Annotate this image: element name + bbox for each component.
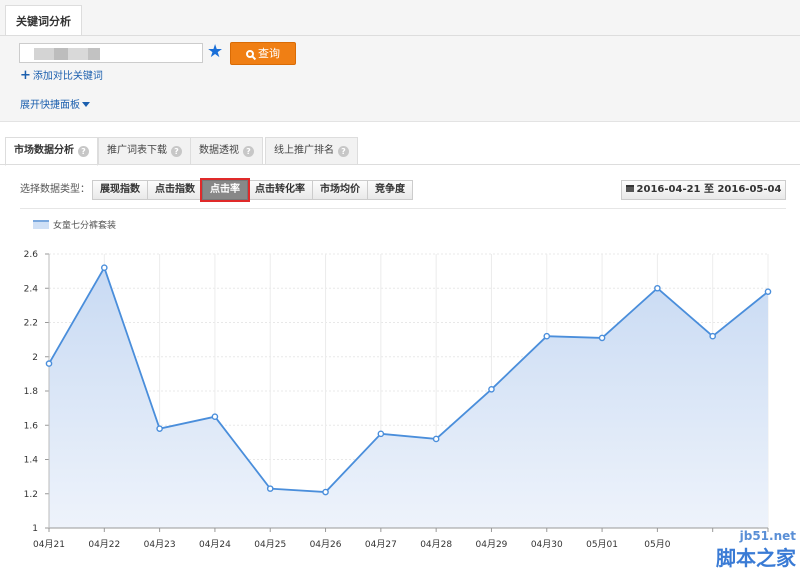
data-point [45,360,53,367]
tab-label: 推广词表下载 [107,145,167,156]
data-point [211,413,219,420]
blurred-keyword [54,48,68,60]
date-range-picker[interactable]: 2016-04-21 至 2016-05-04 [621,180,786,200]
y-tick-label: 2 [32,353,38,363]
help-icon[interactable]: ? [338,146,349,157]
chart-legend[interactable]: 女童七分裤套装 [33,216,116,232]
add-compare-keyword-link[interactable]: + 添加对比关键词 [20,69,103,84]
favorite-star-icon[interactable]: ★ [207,42,223,62]
legend-swatch [33,219,49,229]
chart-svg: 1 1.2 1.4 1.6 1.8 2 2.2 2.4 2.6 04月21 04月22 04月23 04… [24,250,772,550]
x-tick-label: 04月28 [420,539,452,550]
x-tick-label: 04月23 [144,539,176,550]
date-range-label: 2016-04-21 至 2016-05-04 [636,184,782,195]
x-tick-label: 05月0 [644,539,670,550]
query-button[interactable]: 查询 [230,42,296,65]
x-tick-label: 04月27 [365,539,397,550]
tab-label: 市场数据分析 [14,145,74,156]
keyword-analysis-panel: 关键词分析 ★ 查询 + 添加对比关键词 展开快捷面板 [0,0,800,122]
keyword-input[interactable] [19,43,203,63]
tab-market-data[interactable]: 市场数据分析? [5,137,98,166]
query-button-label: 查询 [258,47,280,60]
series-area [49,267,768,528]
data-point [709,332,716,340]
tab-label: 数据透视 [199,145,239,156]
blurred-keyword [88,48,100,60]
y-tick-label: 2.2 [24,319,38,329]
x-tick-label: 04月26 [310,539,342,550]
x-tick-label: 04月30 [531,539,563,550]
data-type-impression-index[interactable]: 展现指数 [92,180,148,200]
y-tick-label: 1.8 [24,387,39,397]
x-tick-label: 05月01 [586,539,618,550]
data-point [654,284,661,292]
data-type-market-avg-price[interactable]: 市场均价 [312,180,368,200]
data-type-conversion-rate[interactable]: 点击转化率 [247,180,313,200]
help-icon[interactable]: ? [243,146,254,157]
data-point [101,264,108,272]
expand-quick-panel-link[interactable]: 展开快捷面板 [20,99,90,113]
y-tick-label: 1 [32,524,38,534]
legend-series-name: 女童七分裤套装 [53,220,117,231]
watermark-url: jb51.net [739,529,796,543]
data-point [598,334,606,342]
help-icon[interactable]: ? [171,146,182,157]
data-point [266,485,274,492]
ctr-area-chart: 1 1.2 1.4 1.6 1.8 2 2.2 2.4 2.6 04月21 04月22 04月23 04… [0,240,800,571]
tab-data-pivot[interactable]: 数据透视? [190,137,263,165]
x-tick-label: 04月21 [33,539,65,550]
y-tick-label: 1.2 [24,490,38,500]
tab-online-ranking[interactable]: 线上推广排名? [265,137,358,165]
data-type-competition[interactable]: 竞争度 [367,180,413,200]
data-point [488,385,495,393]
blurred-keyword [68,48,88,60]
section-divider [20,208,786,209]
blurred-keyword [34,48,54,60]
add-compare-label: 添加对比关键词 [32,71,103,82]
x-tick-label: 04月29 [476,539,508,550]
y-tick-label: 1.4 [24,456,39,466]
data-type-ctr[interactable]: 点击率 [200,178,250,202]
plus-icon: + [20,68,31,83]
x-tick-label: 04月24 [199,539,231,550]
tabs-divider [0,164,800,165]
data-type-click-index[interactable]: 点击指数 [147,180,203,200]
data-point [764,288,772,295]
search-icon [246,50,254,58]
tab-label: 线上推广排名 [274,145,334,156]
y-tick-label: 1.6 [24,421,39,431]
expand-panel-label: 展开快捷面板 [20,100,80,111]
data-type-selector: 展现指数 点击指数 点击率 点击转化率 市场均价 竞争度 [92,178,413,202]
site-watermark: jb51.net 脚本之家 [690,520,800,571]
y-tick-label: 2.4 [24,284,39,294]
tab-keyword-analysis[interactable]: 关键词分析 [5,5,82,36]
help-icon[interactable]: ? [78,146,89,157]
data-point [322,488,329,496]
y-tick-label: 2.6 [24,250,39,260]
data-point [432,435,440,443]
analysis-tabs: 市场数据分析? 推广词表下载? 数据透视? 线上推广排名? [0,137,800,166]
x-tick-label: 04月22 [88,539,120,550]
data-point [377,430,385,438]
x-tick-label: 04月25 [254,539,286,550]
top-tab-divider [0,35,800,36]
data-point [156,425,163,432]
caret-down-icon [82,102,90,107]
watermark-text: 脚本之家 [716,546,796,570]
data-type-label: 选择数据类型： [20,184,90,195]
tab-keyword-download[interactable]: 推广词表下载? [98,137,191,165]
calendar-icon [625,185,634,192]
data-point [543,332,551,340]
